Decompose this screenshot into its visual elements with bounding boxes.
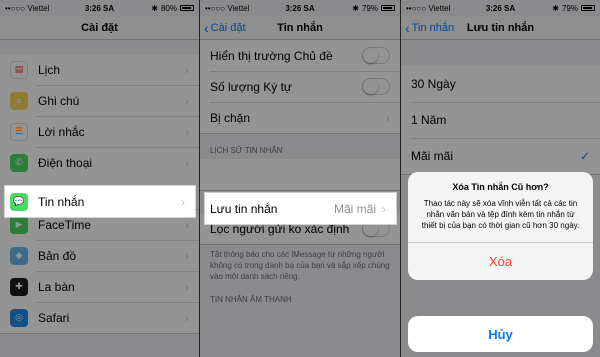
calendar-icon: ▤ bbox=[10, 60, 28, 79]
show-subject-toggle[interactable] bbox=[362, 47, 390, 64]
option-label: Mãi mãi bbox=[411, 149, 454, 163]
settings-item-label: Ghi chú bbox=[38, 93, 80, 108]
history-section-header: LỊCH SỬ TIN NHẮN bbox=[210, 146, 283, 155]
row-label: Hiển thị trường Chủ đề bbox=[210, 48, 333, 63]
settings-item-messages[interactable]: 💬 Tin nhắn › bbox=[5, 186, 195, 217]
facetime-icon: ▶ bbox=[10, 215, 28, 234]
chevron-right-icon: › bbox=[382, 201, 386, 216]
delete-alert: Xóa Tin nhắn Cũ hơn? Thao tác này sẽ xóa… bbox=[408, 172, 593, 280]
back-button[interactable]: ‹ Cài đặt bbox=[204, 16, 246, 40]
delete-button[interactable]: Xóa bbox=[408, 241, 593, 280]
settings-item-label: Safari bbox=[38, 310, 70, 325]
chevron-right-icon: › bbox=[185, 310, 189, 325]
chevron-right-icon: › bbox=[185, 124, 189, 139]
notes-icon: ≡ bbox=[10, 91, 28, 110]
nav-bar: Cài đặt bbox=[0, 16, 199, 40]
show-subject-row: Hiển thị trường Chủ đề bbox=[200, 40, 400, 71]
row-label: Số lượng Ký tự bbox=[210, 79, 292, 94]
settings-item-compass[interactable]: ✚ La bàn › bbox=[0, 271, 199, 302]
char-count-toggle[interactable] bbox=[362, 78, 390, 95]
reminders-icon: ☰ bbox=[10, 122, 28, 141]
keep-messages-screen: ••○○○ Viettel 3:26 SA ✱ 79% ‹ Tin nhắn L… bbox=[401, 0, 600, 357]
option-label: 1 Năm bbox=[411, 113, 447, 127]
status-bar: ••○○○ Viettel 3:26 SA ✱ 80% bbox=[0, 0, 199, 16]
settings-item-notes[interactable]: ≡ Ghi chú › bbox=[0, 85, 199, 116]
option-forever[interactable]: Mãi mãi ✓ bbox=[401, 138, 600, 174]
compass-icon: ✚ bbox=[10, 277, 28, 296]
settings-item-label: Lịch bbox=[38, 62, 61, 77]
cancel-button[interactable]: Hủy bbox=[408, 316, 593, 352]
blocked-row[interactable]: Bị chặn › bbox=[200, 102, 400, 133]
option-label: 30 Ngày bbox=[411, 77, 456, 91]
chevron-right-icon: › bbox=[386, 110, 390, 125]
row-label: Lưu tin nhắn bbox=[210, 201, 278, 216]
chevron-right-icon: › bbox=[181, 194, 185, 209]
settings-item-reminders[interactable]: ☰ Lời nhắc › bbox=[0, 116, 199, 147]
chevron-right-icon: › bbox=[185, 93, 189, 108]
settings-item-label: Điện thoại bbox=[38, 155, 93, 170]
chevron-right-icon: › bbox=[185, 155, 189, 170]
row-label: Bị chặn bbox=[210, 110, 251, 125]
safari-icon: ◎ bbox=[10, 308, 28, 327]
alert-title: Xóa Tin nhắn Cũ hơn? bbox=[452, 182, 549, 192]
chevron-right-icon: › bbox=[185, 248, 189, 263]
messages-settings-screen: ••○○○ Viettel 3:26 SA ✱ 79% ‹ Cài đặt Ti… bbox=[200, 0, 400, 357]
messages-options-list: Hiển thị trường Chủ đề Số lượng Ký tự Bị… bbox=[200, 40, 400, 134]
settings-screen: ••○○○ Viettel 3:26 SA ✱ 80% Cài đặt ▤ Lị… bbox=[0, 0, 199, 357]
history-list bbox=[200, 159, 400, 191]
page-title: Lưu tin nhắn bbox=[466, 21, 535, 34]
settings-item-calendar[interactable]: ▤ Lịch › bbox=[0, 54, 199, 85]
chevron-left-icon: ‹ bbox=[204, 20, 209, 36]
messages-icon: 💬 bbox=[10, 192, 28, 211]
battery-icon bbox=[180, 5, 194, 11]
settings-item-safari[interactable]: ◎ Safari › bbox=[0, 302, 199, 333]
settings-item-label: Tin nhắn bbox=[38, 194, 85, 209]
settings-item-maps[interactable]: ◆ Bản đồ › bbox=[0, 240, 199, 271]
phone-icon: ✆ bbox=[10, 153, 28, 172]
battery-icon bbox=[381, 5, 395, 11]
option-1-year[interactable]: 1 Năm bbox=[401, 102, 600, 138]
settings-item-label: Bản đồ bbox=[38, 248, 77, 263]
page-title: Cài đặt bbox=[81, 21, 118, 34]
status-bar: ••○○○ Viettel 3:26 SA ✱ 79% bbox=[401, 0, 600, 16]
keep-options-list: 30 Ngày 1 Năm Mãi mãi ✓ bbox=[401, 66, 600, 175]
chevron-left-icon: ‹ bbox=[405, 20, 410, 36]
time-label: 3:26 SA bbox=[84, 3, 115, 13]
settings-item-label: La bàn bbox=[38, 279, 75, 294]
keep-messages-value: Mãi mãi bbox=[333, 201, 376, 216]
keep-messages-row[interactable]: Lưu tin nhắn Mãi mãi › bbox=[205, 193, 396, 224]
status-bar: ••○○○ Viettel 3:26 SA ✱ 79% bbox=[200, 0, 400, 16]
highlighted-keep-messages-row[interactable]: Lưu tin nhắn Mãi mãi › bbox=[205, 193, 396, 224]
alert-message: Thao tác này sẽ xóa vĩnh viễn tất cả các… bbox=[421, 199, 580, 231]
maps-icon: ◆ bbox=[10, 246, 28, 265]
time-label: 3:26 SA bbox=[485, 3, 516, 13]
nav-bar: ‹ Cài đặt Tin nhắn bbox=[200, 16, 400, 40]
settings-item-phone[interactable]: ✆ Điện thoại › bbox=[0, 147, 199, 178]
back-button[interactable]: ‹ Tin nhắn bbox=[405, 16, 454, 40]
char-count-row: Số lượng Ký tự bbox=[200, 71, 400, 102]
back-label: Cài đặt bbox=[210, 22, 246, 34]
settings-item-label: Lời nhắc bbox=[38, 124, 85, 139]
audio-section-header: TIN NHẮN ÂM THANH bbox=[210, 295, 292, 305]
settings-item-label: FaceTime bbox=[38, 217, 91, 232]
back-label: Tin nhắn bbox=[411, 22, 455, 34]
battery-icon bbox=[581, 5, 595, 11]
nav-bar: ‹ Tin nhắn Lưu tin nhắn bbox=[401, 16, 600, 40]
checkmark-icon: ✓ bbox=[579, 149, 590, 163]
highlighted-messages-row[interactable]: 💬 Tin nhắn › bbox=[5, 186, 195, 217]
chevron-right-icon: › bbox=[185, 62, 189, 77]
filter-footer: Tắt thông báo cho các iMessage từ những … bbox=[210, 250, 390, 281]
time-label: 3:26 SA bbox=[285, 3, 315, 13]
chevron-right-icon: › bbox=[185, 279, 189, 294]
option-30-days[interactable]: 30 Ngày bbox=[401, 66, 600, 102]
page-title: Tin nhắn bbox=[277, 21, 323, 34]
chevron-right-icon: › bbox=[185, 217, 189, 232]
